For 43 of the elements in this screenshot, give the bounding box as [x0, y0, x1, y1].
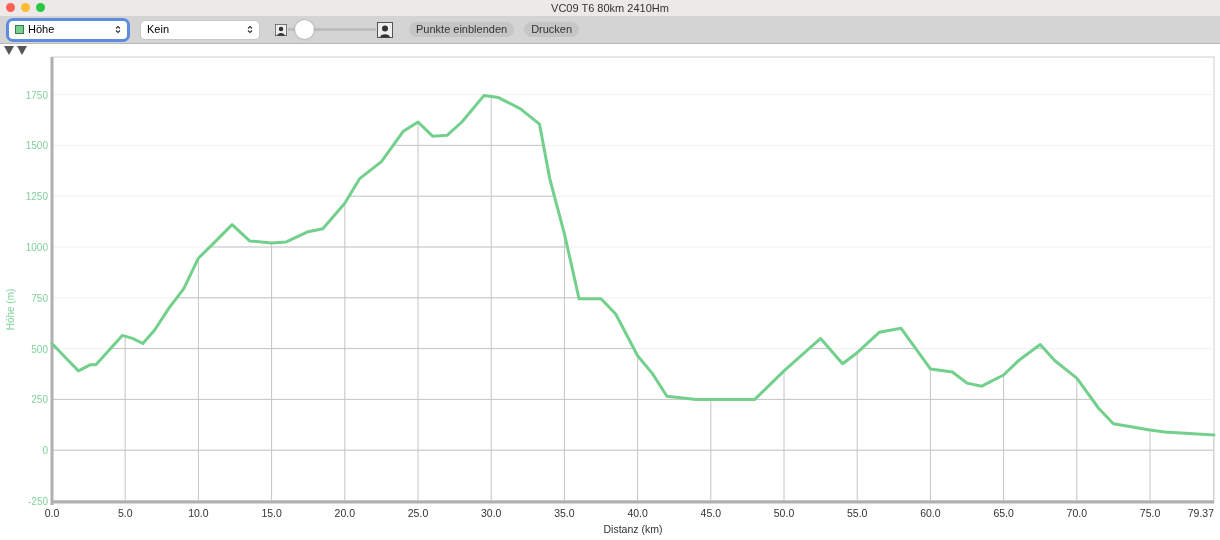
zoom-button[interactable] — [36, 3, 45, 12]
y-tick-label: 1750 — [25, 89, 48, 101]
dropdown[interactable]: Höhe — [9, 20, 127, 39]
x-tick-label: 79.37 — [1187, 507, 1214, 519]
person-large-icon — [377, 21, 393, 38]
y-tick-label: 1000 — [25, 242, 48, 253]
x-tick-label: 50.0 — [773, 507, 795, 519]
x-tick-label: 10.0 — [188, 507, 209, 519]
x-tick-label: 40.0 — [627, 507, 648, 519]
dropdown[interactable]: Kein — [141, 20, 259, 39]
chevron-updown-icon — [115, 25, 121, 34]
person-small-icon — [275, 23, 287, 36]
dropdown-value: Kein — [147, 22, 171, 38]
dropdown-value: Höhe — [28, 22, 56, 38]
y-tick-label: 500 — [31, 343, 48, 355]
x-tick-label: 25.0 — [407, 507, 429, 519]
x-tick-label: 65.0 — [993, 507, 1014, 519]
x-tick-label: 5.0 — [117, 507, 133, 519]
window-title: VC09 T6 80km 2410Hm — [551, 0, 669, 16]
y-tick-label: 250 — [31, 394, 48, 406]
x-tick-label: 35.0 — [554, 507, 575, 519]
x-tick-label: 20.0 — [334, 507, 355, 519]
x-tick-label: 70.0 — [1066, 507, 1088, 519]
toolbar-button[interactable]: Drucken — [524, 22, 580, 37]
x-axis-title: Distanz (km) — [603, 523, 663, 535]
y-tick-label: 0 — [42, 445, 48, 457]
y-tick-label: 1500 — [25, 140, 48, 152]
y-axis-title: Höhe (m) — [5, 288, 16, 331]
y-tick-label: 750 — [31, 292, 48, 304]
toolbar-button[interactable]: Punkte einblenden — [409, 22, 515, 37]
y-tick-label: 1250 — [25, 191, 48, 203]
minimize-button[interactable] — [21, 3, 30, 12]
x-tick-label: 30.0 — [481, 507, 502, 519]
chevron-updown-icon — [247, 25, 253, 34]
x-tick-label: 15.0 — [261, 507, 282, 519]
x-tick-label: 0.0 — [44, 507, 60, 519]
slider-thumb[interactable] — [294, 20, 314, 39]
x-tick-label: 60.0 — [920, 507, 941, 519]
close-button[interactable] — [6, 3, 15, 12]
x-tick-label: 45.0 — [700, 507, 722, 519]
x-tick-label: 55.0 — [847, 507, 868, 519]
y-tick-label: -250 — [28, 496, 48, 507]
x-tick-label: 75.0 — [1139, 507, 1161, 519]
